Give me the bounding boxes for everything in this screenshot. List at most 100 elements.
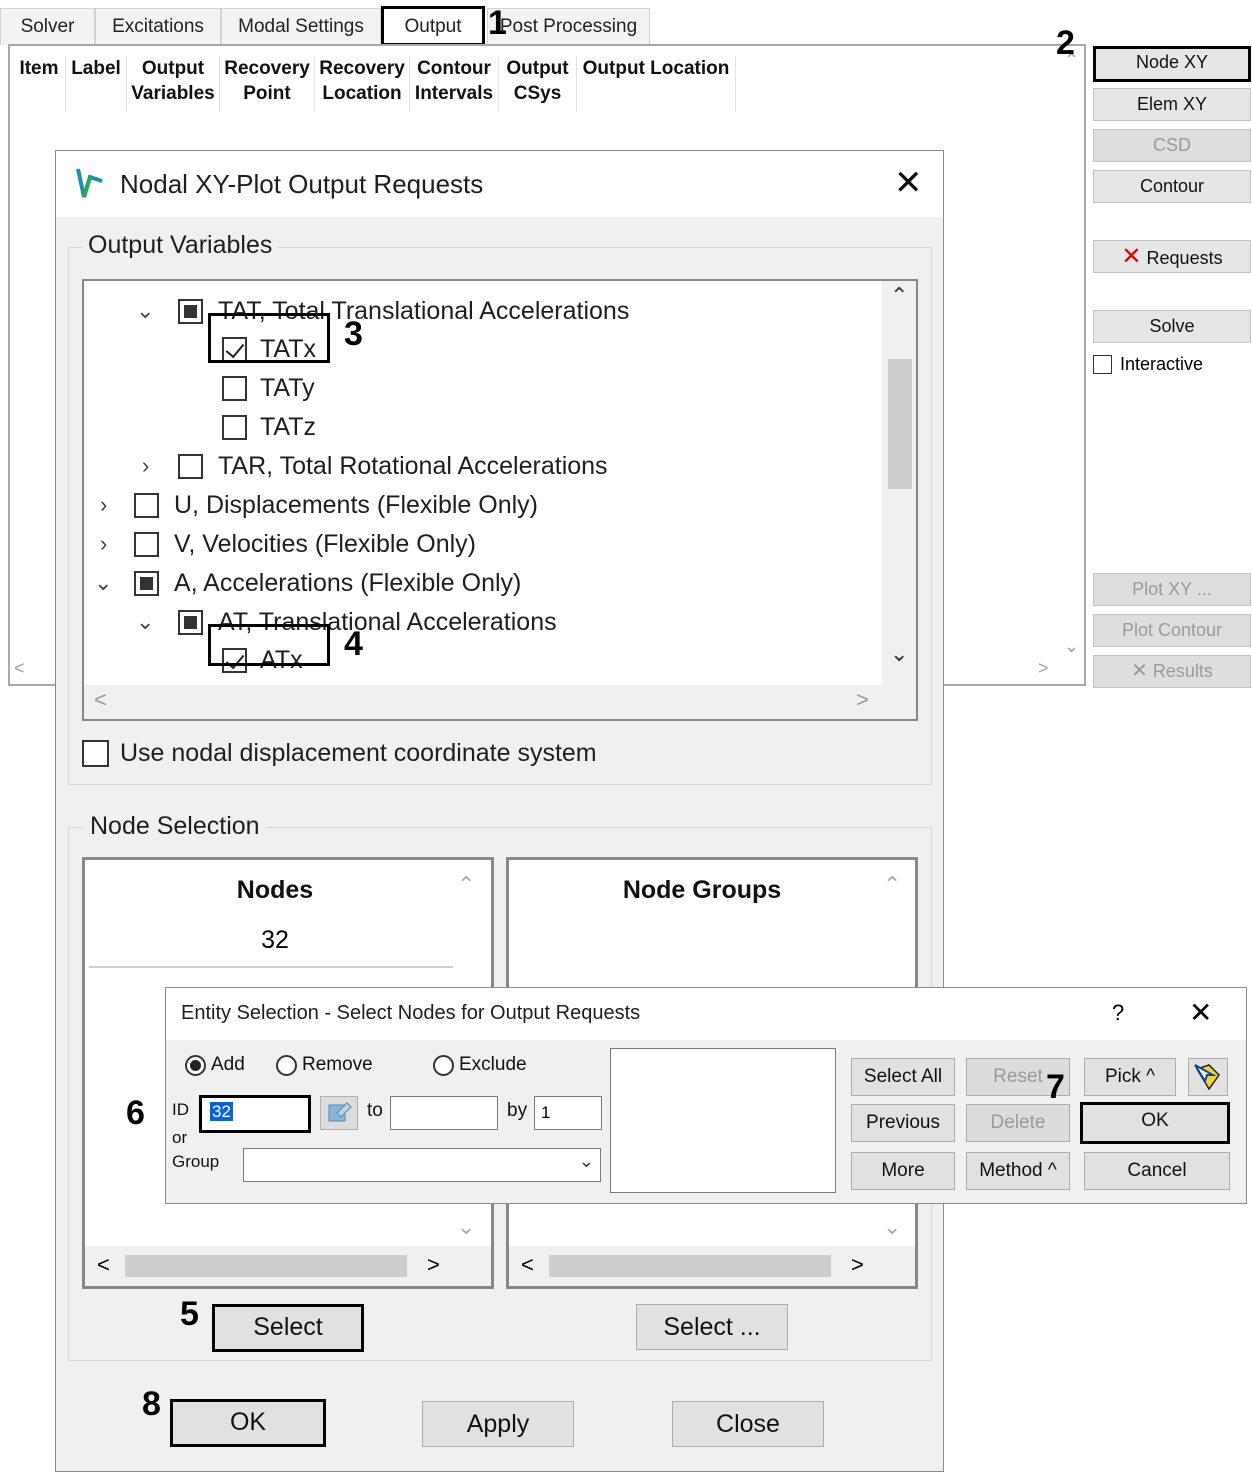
u-checkbox[interactable] [134, 493, 159, 518]
scroll-left-icon[interactable]: < [521, 1252, 534, 1278]
close-button[interactable]: Close [672, 1401, 824, 1447]
node-groups-horizontal-scrollbar[interactable]: < > [509, 1246, 915, 1286]
contour-button[interactable]: Contour [1093, 170, 1251, 203]
scroll-up-icon[interactable]: ⌃ [890, 283, 908, 309]
col-output-location[interactable]: Output Location [578, 56, 734, 81]
scroll-right-icon[interactable]: > [851, 1252, 864, 1278]
method-button[interactable]: Method ^ [966, 1152, 1070, 1190]
v-checkbox[interactable] [134, 532, 159, 557]
group-select[interactable]: ⌄ [243, 1148, 601, 1182]
pick-tool-icon[interactable] [1188, 1058, 1228, 1096]
taty-checkbox[interactable] [222, 376, 247, 401]
col-label[interactable]: Label [67, 56, 125, 81]
chevron-down-icon[interactable]: ⌄ [136, 293, 154, 329]
chevron-down-icon[interactable]: ⌄ [136, 604, 154, 640]
help-icon[interactable]: ? [1112, 1000, 1124, 1026]
pick-button[interactable]: Pick ^ [1084, 1058, 1176, 1096]
scroll-down-icon[interactable]: ⌄ [1064, 636, 1079, 657]
u-label: U, Displacements (Flexible Only) [174, 491, 538, 519]
col-contour-intervals[interactable]: Contour Intervals [411, 56, 497, 106]
plot-contour-button[interactable]: Plot Contour [1093, 614, 1251, 647]
scroll-left-icon[interactable]: < [94, 687, 107, 713]
scroll-right-icon[interactable]: > [427, 1252, 440, 1278]
tatz-checkbox[interactable] [222, 415, 247, 440]
elem-xy-button[interactable]: Elem XY [1093, 88, 1251, 121]
tab-modal-settings[interactable]: Modal Settings [221, 8, 381, 45]
entity-selection-dialog: Entity Selection - Select Nodes for Outp… [126, 987, 1247, 1204]
nodes-horizontal-scrollbar[interactable]: < > [85, 1246, 491, 1286]
id-value: 32 [210, 1102, 233, 1121]
previous-button[interactable]: Previous [851, 1104, 955, 1142]
chevron-right-icon[interactable]: › [100, 487, 107, 523]
select-nodes-button[interactable]: Select [212, 1304, 364, 1352]
node-xy-button[interactable]: Node XY [1093, 46, 1251, 82]
more-button[interactable]: More [851, 1152, 955, 1190]
tab-post-processing[interactable]: Post Processing [487, 8, 650, 45]
close-icon[interactable]: ✕ [894, 163, 923, 203]
col-recovery-location[interactable]: Recovery Location [316, 56, 408, 106]
scroll-up-icon[interactable]: ⌃ [457, 872, 475, 898]
tree-horizontal-scrollbar[interactable]: < > [84, 685, 916, 719]
use-nodal-cs-checkbox[interactable] [82, 740, 109, 767]
scroll-up-icon[interactable]: ⌃ [883, 872, 901, 898]
tar-checkbox[interactable] [178, 454, 203, 479]
delete-button[interactable]: Delete [966, 1104, 1070, 1142]
col-output-variables[interactable]: Output Variables [128, 56, 218, 106]
a-checkbox[interactable] [134, 571, 159, 596]
scroll-down-icon[interactable]: ⌄ [457, 1214, 475, 1240]
use-nodal-cs-label: Use nodal displacement coordinate system [120, 739, 597, 767]
results-button[interactable]: ✕ Results [1093, 655, 1251, 688]
chevron-down-icon[interactable]: ⌄ [94, 565, 112, 601]
tatz-label: TATz [260, 413, 317, 441]
ok-button[interactable]: OK [1080, 1102, 1230, 1144]
select-groups-button[interactable]: Select ... [636, 1304, 788, 1350]
selection-list[interactable] [610, 1048, 836, 1193]
col-item[interactable]: Item [14, 56, 64, 81]
plot-xy-button[interactable]: Plot XY ... [1093, 573, 1251, 606]
apply-button[interactable]: Apply [422, 1401, 574, 1447]
interactive-checkbox[interactable] [1093, 355, 1112, 374]
node-selection-legend: Node Selection [84, 812, 266, 841]
tat-checkbox[interactable] [178, 299, 203, 324]
cancel-button[interactable]: Cancel [1084, 1152, 1230, 1190]
at-checkbox[interactable] [178, 610, 203, 635]
list-item[interactable]: 32 [85, 926, 465, 955]
add-radio[interactable] [185, 1055, 206, 1076]
output-variables-legend: Output Variables [82, 231, 279, 260]
scroll-down-icon[interactable]: ⌄ [890, 641, 908, 667]
select-all-button[interactable]: Select All [851, 1058, 955, 1096]
scroll-right-icon[interactable]: > [1038, 658, 1049, 679]
csd-button[interactable]: CSD [1093, 129, 1251, 162]
output-variables-tree[interactable]: ⌄ TAT, Total Translational Accelerations… [82, 279, 918, 721]
scroll-right-icon[interactable]: > [856, 687, 869, 713]
scroll-left-icon[interactable]: < [14, 658, 25, 679]
tree-vertical-scrollbar[interactable]: ⌃ ⌄ [882, 281, 916, 719]
panel-vertical-scrollbar[interactable]: ⌃ ⌄ [1060, 48, 1082, 658]
by-input[interactable]: 1 [534, 1096, 602, 1130]
chevron-right-icon[interactable]: › [142, 448, 149, 484]
col-recovery-point[interactable]: Recovery Point [221, 56, 313, 106]
tab-solver[interactable]: Solver [0, 8, 95, 45]
list-filter-icon[interactable] [320, 1096, 358, 1130]
solve-button[interactable]: Solve [1093, 310, 1251, 343]
close-icon[interactable]: ✕ [1189, 996, 1212, 1029]
ok-button[interactable]: OK [170, 1399, 326, 1447]
chevron-down-icon[interactable]: ⌄ [579, 1151, 594, 1172]
scroll-thumb[interactable] [549, 1255, 831, 1277]
to-input[interactable] [390, 1096, 498, 1130]
remove-radio[interactable] [276, 1055, 297, 1076]
scroll-down-icon[interactable]: ⌄ [883, 1214, 901, 1240]
tab-output[interactable]: Output [381, 6, 485, 46]
or-label: or [172, 1128, 188, 1147]
chevron-right-icon[interactable]: › [100, 526, 107, 562]
tab-excitations[interactable]: Excitations [95, 8, 221, 45]
add-label: Add [211, 1054, 245, 1075]
scroll-thumb[interactable] [125, 1255, 407, 1277]
col-output-csys[interactable]: Output CSys [500, 56, 575, 106]
scroll-left-icon[interactable]: < [97, 1252, 110, 1278]
requests-button[interactable]: ✕ Requests [1093, 240, 1251, 273]
callout-6: 6 [126, 1094, 145, 1132]
scroll-thumb[interactable] [888, 359, 912, 489]
id-input[interactable]: 32 [199, 1095, 311, 1133]
exclude-radio[interactable] [433, 1055, 454, 1076]
